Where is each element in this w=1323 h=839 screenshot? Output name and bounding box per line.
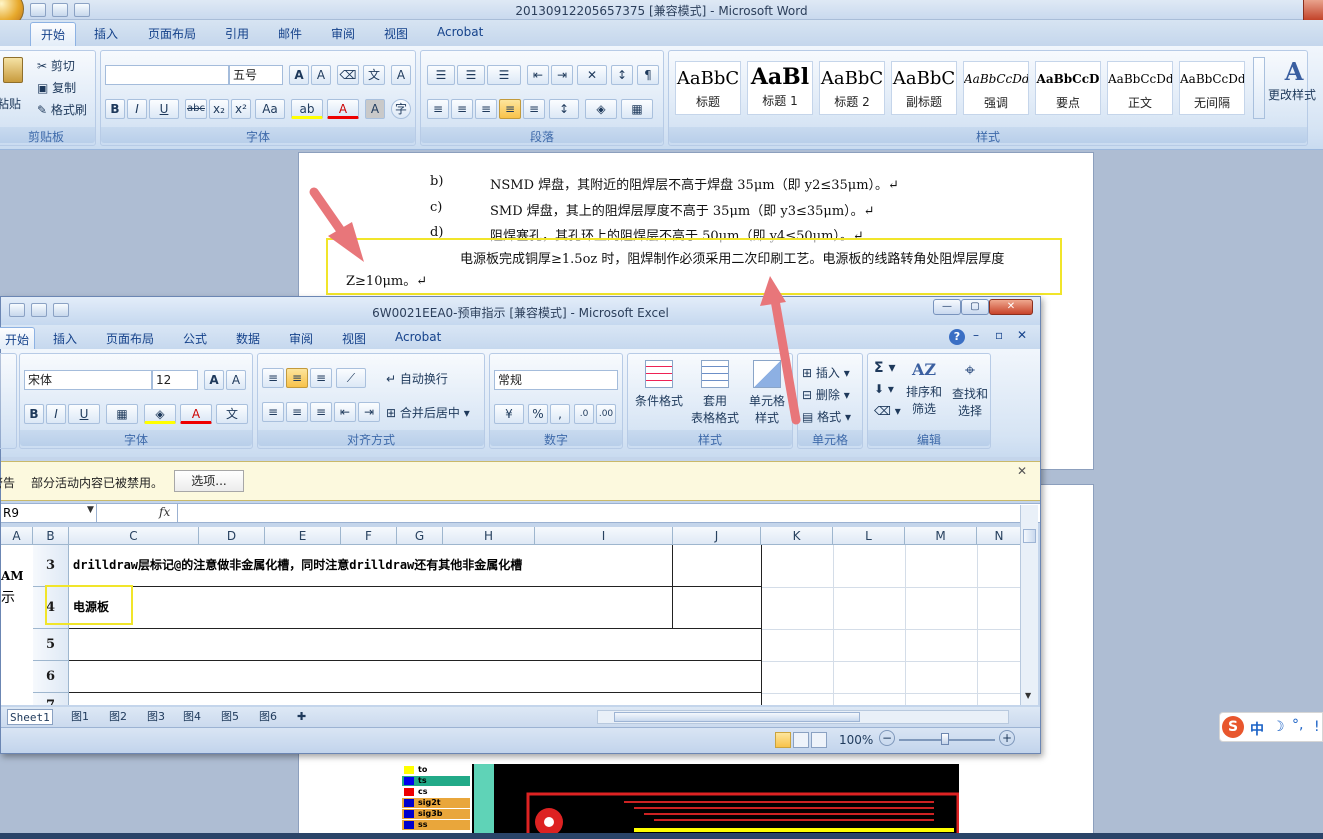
- ime-toolbar[interactable]: S 中 ☽ °, !: [1219, 712, 1323, 742]
- arrow-head: [328, 222, 364, 262]
- arrow-head: [760, 276, 786, 306]
- ime-more-icon[interactable]: !: [1314, 719, 1320, 735]
- arrow-down-right: [309, 187, 364, 262]
- ime-mode-label[interactable]: 中: [1250, 719, 1264, 739]
- annotation-arrows: [309, 187, 801, 425]
- arrow-shaft: [770, 295, 801, 425]
- taskbar: [0, 833, 1323, 839]
- sogou-icon[interactable]: S: [1222, 716, 1244, 738]
- moon-icon[interactable]: ☽: [1272, 719, 1285, 735]
- arrow-up: [760, 276, 801, 425]
- punctuation-icon[interactable]: °,: [1292, 717, 1303, 733]
